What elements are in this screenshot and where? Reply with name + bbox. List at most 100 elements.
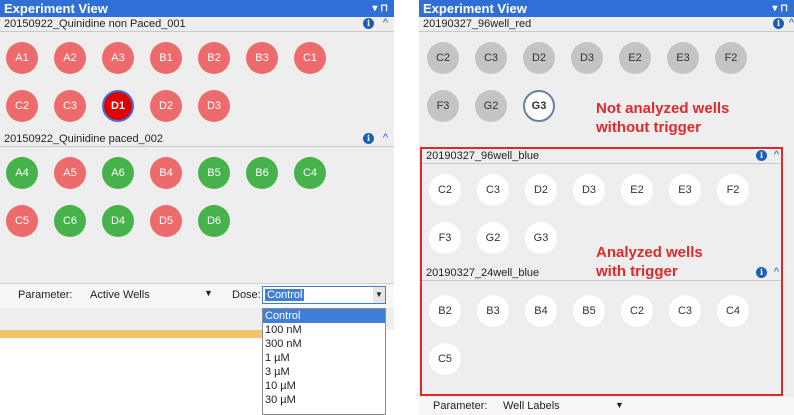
well-b5[interactable]: B5 [198, 157, 230, 189]
collapse-icon[interactable]: ^ [774, 265, 779, 279]
well-f3[interactable]: F3 [427, 90, 459, 122]
well-c2[interactable]: C2 [427, 42, 459, 74]
dose-option[interactable]: 300 nM [263, 337, 385, 351]
well-d1[interactable]: D1 [102, 90, 134, 122]
section-name: 20190327_96well_red [423, 18, 532, 30]
well-c2[interactable]: C2 [429, 174, 461, 206]
well-a2[interactable]: A2 [54, 42, 86, 74]
well-d2[interactable]: D2 [525, 174, 557, 206]
dose-label: Dose: [232, 289, 261, 301]
left-bottom-strip [0, 330, 262, 338]
well-d5[interactable]: D5 [150, 205, 182, 237]
well-c3[interactable]: C3 [669, 295, 701, 327]
well-c1[interactable]: C1 [294, 42, 326, 74]
right-title: Experiment View [423, 1, 527, 16]
well-c2[interactable]: C2 [6, 90, 38, 122]
well-b3[interactable]: B3 [477, 295, 509, 327]
right-section1-header[interactable]: 20190327_96well_red i ^ [419, 17, 794, 32]
well-b1[interactable]: B1 [150, 42, 182, 74]
collapse-icon[interactable]: ^ [774, 148, 779, 162]
well-a4[interactable]: A4 [6, 157, 38, 189]
dropdown-arrow-icon[interactable]: ▼ [373, 287, 385, 303]
well-d3[interactable]: D3 [198, 90, 230, 122]
parameter-select[interactable]: Active Wells [90, 289, 150, 301]
well-c6[interactable]: C6 [54, 205, 86, 237]
info-icon[interactable]: i [756, 267, 767, 278]
left-section2-header[interactable]: 20150922_Quinidine paced_002 i ^ [0, 132, 394, 147]
dose-option[interactable]: 100 nM [263, 323, 385, 337]
well-g3[interactable]: G3 [525, 222, 557, 254]
section-name: 20150922_Quinidine paced_002 [4, 133, 164, 145]
well-c4[interactable]: C4 [717, 295, 749, 327]
dose-select[interactable]: Control ▼ [262, 286, 386, 304]
info-icon[interactable]: i [363, 133, 374, 144]
well-e2[interactable]: E2 [619, 42, 651, 74]
well-e2[interactable]: E2 [621, 174, 653, 206]
dose-option[interactable]: 10 µM [263, 379, 385, 393]
left-section1-header[interactable]: 20150922_Quinidine non Paced_001 i ^ [0, 17, 394, 32]
well-c5[interactable]: C5 [429, 343, 461, 375]
well-c2[interactable]: C2 [621, 295, 653, 327]
well-d4[interactable]: D4 [102, 205, 134, 237]
well-d3[interactable]: D3 [571, 42, 603, 74]
well-b4[interactable]: B4 [150, 157, 182, 189]
collapse-icon[interactable]: ^ [383, 131, 388, 145]
well-f2[interactable]: F2 [717, 174, 749, 206]
parameter-select[interactable]: Well Labels [503, 400, 560, 412]
info-icon[interactable]: i [363, 18, 374, 29]
well-a5[interactable]: A5 [54, 157, 86, 189]
collapse-icon[interactable]: ^ [383, 16, 388, 30]
well-d2[interactable]: D2 [150, 90, 182, 122]
annotation-line: Not analyzed wells [596, 100, 730, 117]
dose-option[interactable]: 1 µM [263, 351, 385, 365]
dose-option[interactable]: Control [263, 309, 385, 323]
dose-option[interactable]: 3 µM [263, 365, 385, 379]
dropdown-arrow-icon[interactable]: ▼ [615, 400, 624, 410]
annotation-line: with trigger [596, 263, 678, 280]
well-c5[interactable]: C5 [6, 205, 38, 237]
parameter-label: Parameter: [18, 289, 73, 301]
well-a3[interactable]: A3 [102, 42, 134, 74]
dropdown-arrow-icon[interactable]: ▼ [204, 288, 213, 298]
well-f2[interactable]: F2 [715, 42, 747, 74]
section-name: 20150922_Quinidine non Paced_001 [4, 18, 186, 30]
well-e3[interactable]: E3 [667, 42, 699, 74]
well-b2[interactable]: B2 [429, 295, 461, 327]
well-c3[interactable]: C3 [475, 42, 507, 74]
right-parameter-bar: Parameter: Well Labels ▼ [419, 397, 794, 415]
well-d2[interactable]: D2 [523, 42, 555, 74]
well-c4[interactable]: C4 [294, 157, 326, 189]
well-c3[interactable]: C3 [54, 90, 86, 122]
well-d3[interactable]: D3 [573, 174, 605, 206]
well-a6[interactable]: A6 [102, 157, 134, 189]
dose-option[interactable]: 30 µM [263, 393, 385, 407]
collapse-icon[interactable]: ^ [789, 16, 794, 30]
well-f3[interactable]: F3 [429, 222, 461, 254]
well-g3[interactable]: G3 [523, 90, 555, 122]
well-b5[interactable]: B5 [573, 295, 605, 327]
well-b6[interactable]: B6 [246, 157, 278, 189]
well-g2[interactable]: G2 [475, 90, 507, 122]
well-g2[interactable]: G2 [477, 222, 509, 254]
right-section2-header[interactable]: 20190327_96well_blue i ^ [422, 149, 781, 164]
right-title-bar: Experiment View ▾ ⊓ [419, 0, 794, 17]
annotation-not-analyzed: Not analyzed wells without trigger [596, 99, 729, 137]
pin-icon[interactable]: ▾ ⊓ [372, 0, 388, 17]
dose-value: Control [265, 289, 305, 301]
well-a1[interactable]: A1 [6, 42, 38, 74]
section-name: 20190327_96well_blue [426, 150, 540, 162]
pin-icon[interactable]: ▾ ⊓ [772, 0, 788, 17]
info-icon[interactable]: i [756, 150, 767, 161]
section-name: 20190327_24well_blue [426, 267, 540, 279]
well-b3[interactable]: B3 [246, 42, 278, 74]
left-title-bar: Experiment View ▾ ⊓ [0, 0, 394, 17]
well-b2[interactable]: B2 [198, 42, 230, 74]
well-d6[interactable]: D6 [198, 205, 230, 237]
well-c3[interactable]: C3 [477, 174, 509, 206]
left-experiment-view: Experiment View ▾ ⊓ 20150922_Quinidine n… [0, 0, 394, 330]
well-b4[interactable]: B4 [525, 295, 557, 327]
right-section3-wells: B2 B3 B4 B5 C2 C3 C4 C5 [419, 281, 779, 393]
parameter-label: Parameter: [433, 400, 488, 412]
well-e3[interactable]: E3 [669, 174, 701, 206]
info-icon[interactable]: i [773, 18, 784, 29]
